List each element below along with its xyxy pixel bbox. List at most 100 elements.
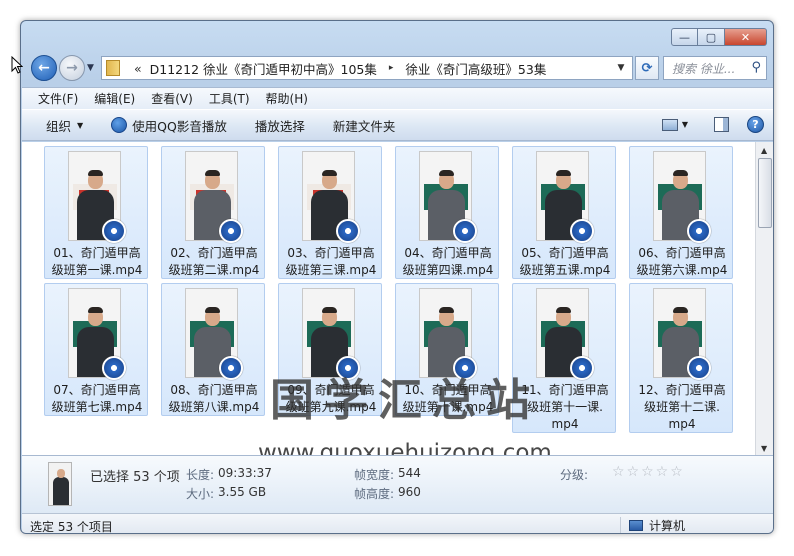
qq-player-badge-icon xyxy=(102,219,126,243)
file-name-line: 07、奇门遁甲高 xyxy=(53,383,141,397)
status-location-label: 计算机 xyxy=(649,518,686,533)
file-name-line: 级班第二课.mp4 xyxy=(168,263,260,277)
file-name-line: 08、奇门遁甲高 xyxy=(170,383,258,397)
help-icon[interactable]: ? xyxy=(747,116,764,133)
file-tile[interactable]: 04、奇门遁甲高 级班第四课.mp4 xyxy=(395,146,499,279)
file-name-line: 12、奇门遁甲高 xyxy=(638,383,726,397)
scroll-thumb[interactable] xyxy=(758,158,772,228)
frame-height-label: 帧高度: xyxy=(354,487,395,501)
frame-width-value: 544 xyxy=(398,466,421,480)
play-selection-button[interactable]: 播放选择 xyxy=(255,116,305,135)
address-separator[interactable]: ▸ xyxy=(389,63,394,73)
file-name: 04、奇门遁甲高 级班第四课.mp4 xyxy=(398,245,498,279)
frame-width-label: 帧宽度: xyxy=(354,468,395,482)
qq-player-icon xyxy=(111,117,128,133)
address-overflow-chevron[interactable]: « xyxy=(134,61,142,76)
file-name: 03、奇门遁甲高 级班第三课.mp4 xyxy=(281,245,381,279)
close-button[interactable]: ✕ xyxy=(725,28,767,46)
file-name: 12、奇门遁甲高 级班第十二课. mp4 xyxy=(632,382,732,433)
navigation-row: ← → ▼ « D11212 徐业《奇门遁甲初中高》105集 ▸ 徐业《奇门高级… xyxy=(21,53,773,83)
file-name-line: 级班第五课.mp4 xyxy=(519,263,611,277)
search-placeholder: 搜索 徐业... xyxy=(672,61,736,76)
vertical-scrollbar[interactable]: ▲ ▼ xyxy=(755,142,773,455)
qq-player-badge-icon xyxy=(219,356,243,380)
file-name-line: 级班第四课.mp4 xyxy=(402,263,494,277)
search-icon[interactable]: ⚲ xyxy=(751,60,761,75)
new-folder-button[interactable]: 新建文件夹 xyxy=(333,116,396,135)
caption-buttons: — ▢ ✕ xyxy=(671,28,767,46)
file-tile[interactable]: 02、奇门遁甲高 级班第二课.mp4 xyxy=(161,146,265,279)
length-value: 09:33:37 xyxy=(218,466,272,480)
file-name-line: 01、奇门遁甲高 xyxy=(53,246,141,260)
menu-view[interactable]: 查看(V) xyxy=(151,90,193,107)
minimize-button[interactable]: — xyxy=(671,28,698,46)
file-tile[interactable]: 05、奇门遁甲高 级班第五课.mp4 xyxy=(512,146,616,279)
file-name-line: 级班第八课.mp4 xyxy=(168,400,260,414)
file-list: 12、奇门遁甲高 级班第十二课. mp4 11、奇门遁甲高 级班第十一课. mp4 10、奇… xyxy=(22,142,755,455)
menu-help[interactable]: 帮助(H) xyxy=(266,90,308,107)
qq-player-badge-icon xyxy=(453,219,477,243)
recent-pages-dropdown[interactable]: ▼ xyxy=(87,63,94,73)
address-bar[interactable]: « D11212 徐业《奇门遁甲初中高》105集 ▸ 徐业《奇门高级班》53集 … xyxy=(101,56,633,80)
size-label: 大小: xyxy=(186,487,215,501)
file-name-line: 05、奇门遁甲高 xyxy=(521,246,609,260)
play-qq-button[interactable]: 使用QQ影音播放 xyxy=(111,116,227,135)
search-input[interactable]: 搜索 徐业... ⚲ xyxy=(663,56,767,80)
address-dropdown-icon[interactable]: ▼ xyxy=(612,57,630,79)
address-segment-parent[interactable]: D11212 徐业《奇门遁甲初中高》105集 xyxy=(150,59,377,78)
change-view-icon[interactable] xyxy=(661,118,678,131)
scroll-down-icon[interactable]: ▼ xyxy=(761,444,767,453)
qq-player-badge-icon xyxy=(336,219,360,243)
qq-player-badge-icon xyxy=(687,219,711,243)
file-tile[interactable]: 01、奇门遁甲高 级班第一课.mp4 xyxy=(44,146,148,279)
file-tile[interactable]: 06、奇门遁甲高 级班第六课.mp4 xyxy=(629,146,733,279)
file-name-line: mp4 xyxy=(668,417,696,431)
file-tile[interactable]: 03、奇门遁甲高 级班第三课.mp4 xyxy=(278,146,382,279)
menu-bar: 文件(F) 编辑(E) 查看(V) 工具(T) 帮助(H) xyxy=(22,87,773,109)
file-tile[interactable]: 08、奇门遁甲高 级班第八课.mp4 xyxy=(161,283,265,416)
details-pane: 已选择 53 个项 长度: 09:33:37 大小: 3.55 GB 帧宽度: … xyxy=(22,455,773,513)
rating-stars[interactable]: ☆☆☆☆☆ xyxy=(612,464,685,480)
organize-button[interactable]: 组织 ▼ xyxy=(46,116,83,135)
file-name-line: 02、奇门遁甲高 xyxy=(170,246,258,260)
scroll-up-icon[interactable]: ▲ xyxy=(761,146,767,155)
folder-icon xyxy=(106,60,120,76)
computer-icon xyxy=(629,519,643,531)
file-name: 08、奇门遁甲高 级班第八课.mp4 xyxy=(164,382,264,416)
file-name-line: 级班第一课.mp4 xyxy=(51,263,143,277)
address-segment-current[interactable]: 徐业《奇门高级班》53集 xyxy=(405,59,546,78)
maximize-button[interactable]: ▢ xyxy=(698,28,725,46)
file-name: 07、奇门遁甲高 级班第七课.mp4 xyxy=(47,382,147,416)
qq-player-badge-icon xyxy=(219,219,243,243)
forward-button[interactable]: → xyxy=(59,55,85,81)
frame-height-value: 960 xyxy=(398,485,421,499)
file-name-line: 级班第七课.mp4 xyxy=(51,400,143,414)
back-button[interactable]: ← xyxy=(31,55,57,81)
preview-pane-icon[interactable] xyxy=(714,117,729,132)
command-bar: 组织 ▼ 使用QQ影音播放 播放选择 新建文件夹 ▼ ? xyxy=(22,109,773,141)
status-selection-text: 选定 53 个项目 xyxy=(30,520,113,534)
menu-file[interactable]: 文件(F) xyxy=(38,90,78,107)
file-name-line: 03、奇门遁甲高 xyxy=(287,246,375,260)
refresh-button[interactable]: ⟳ xyxy=(635,56,659,80)
selection-count: 已选择 53 个项 xyxy=(90,470,180,485)
file-name-line: 级班第六课.mp4 xyxy=(636,263,728,277)
file-name: 02、奇门遁甲高 级班第二课.mp4 xyxy=(164,245,264,279)
menu-edit[interactable]: 编辑(E) xyxy=(94,90,135,107)
file-name-line: 04、奇门遁甲高 xyxy=(404,246,492,260)
qq-player-badge-icon xyxy=(687,356,711,380)
menu-tools[interactable]: 工具(T) xyxy=(209,90,250,107)
chevron-down-icon: ▼ xyxy=(77,120,84,130)
file-name-line: 级班第十二课. xyxy=(644,400,720,414)
explorer-window: — ▢ ✕ ← → ▼ « D11212 徐业《奇门遁甲初中高》105集 ▸ 徐… xyxy=(20,20,774,534)
file-name: 01、奇门遁甲高 级班第一课.mp4 xyxy=(47,245,147,279)
view-options-chevron-icon[interactable]: ▼ xyxy=(682,120,688,129)
qq-player-badge-icon xyxy=(570,219,594,243)
status-bar: 选定 53 个项目 计算机 xyxy=(22,513,773,534)
file-name: 06、奇门遁甲高 级班第六课.mp4 xyxy=(632,245,732,279)
file-tile[interactable]: 12、奇门遁甲高 级班第十二课. mp4 xyxy=(629,283,733,433)
length-label: 长度: xyxy=(186,468,215,482)
rating-label: 分级: xyxy=(560,468,589,482)
file-tile[interactable]: 07、奇门遁甲高 级班第七课.mp4 xyxy=(44,283,148,416)
file-name: 05、奇门遁甲高 级班第五课.mp4 xyxy=(515,245,615,279)
